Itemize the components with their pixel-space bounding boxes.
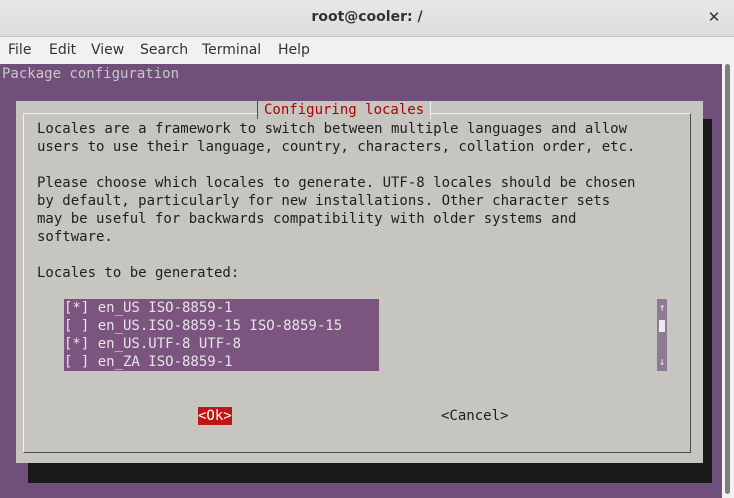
terminal-scrollbar-thumb[interactable] bbox=[725, 64, 730, 494]
configuring-locales-dialog: Configuring locales Locales are a framew… bbox=[16, 101, 703, 463]
menu-edit[interactable]: Edit bbox=[49, 42, 76, 58]
dialog-title: Configuring locales bbox=[257, 101, 432, 119]
window-title: root@cooler: / bbox=[311, 9, 423, 25]
intro-line-1: Locales are a framework to switch betwee… bbox=[37, 121, 628, 137]
description-line-1: Please choose which locales to generate.… bbox=[37, 175, 636, 191]
locales-list[interactable]: [*] en_US ISO-8859-1 [ ] en_US.ISO-8859-… bbox=[64, 299, 379, 371]
menu-bar: File Edit View Search Terminal Help bbox=[0, 37, 734, 64]
ok-button[interactable]: <Ok> bbox=[198, 407, 232, 425]
locale-option[interactable]: [ ] en_US.ISO-8859-15 ISO-8859-15 bbox=[64, 317, 379, 335]
locale-option[interactable]: [*] en_US.UTF-8 UTF-8 bbox=[64, 335, 379, 353]
scroll-down-arrow-icon[interactable]: ↓ bbox=[657, 356, 667, 368]
menu-terminal[interactable]: Terminal bbox=[202, 42, 261, 58]
locale-option[interactable]: [ ] en_ZA ISO-8859-1 bbox=[64, 353, 379, 371]
menu-search[interactable]: Search bbox=[140, 42, 188, 58]
scroll-up-arrow-icon[interactable]: ↑ bbox=[657, 302, 667, 314]
locale-option[interactable]: [*] en_US ISO-8859-1 bbox=[64, 299, 379, 317]
list-scrollbar[interactable]: ↑ ↓ bbox=[657, 299, 667, 371]
dialog-frame bbox=[23, 113, 691, 453]
menu-view[interactable]: View bbox=[91, 42, 124, 58]
close-icon[interactable]: ✕ bbox=[706, 8, 722, 26]
window-titlebar: root@cooler: / ✕ bbox=[0, 0, 734, 37]
package-configuration-header: Package configuration bbox=[2, 66, 180, 82]
scroll-thumb[interactable] bbox=[659, 320, 665, 332]
description-line-3: may be useful for backwards compatibilit… bbox=[37, 211, 577, 227]
menu-file[interactable]: File bbox=[8, 42, 31, 58]
intro-line-2: users to use their language, country, ch… bbox=[37, 139, 636, 155]
description-line-2: by default, particularly for new install… bbox=[37, 193, 611, 209]
list-label: Locales to be generated: bbox=[37, 265, 240, 281]
cancel-button[interactable]: <Cancel> bbox=[441, 407, 508, 425]
terminal-area[interactable]: Package configuration Configuring locale… bbox=[0, 64, 734, 498]
menu-help[interactable]: Help bbox=[278, 42, 310, 58]
description-line-4: software. bbox=[37, 229, 113, 245]
